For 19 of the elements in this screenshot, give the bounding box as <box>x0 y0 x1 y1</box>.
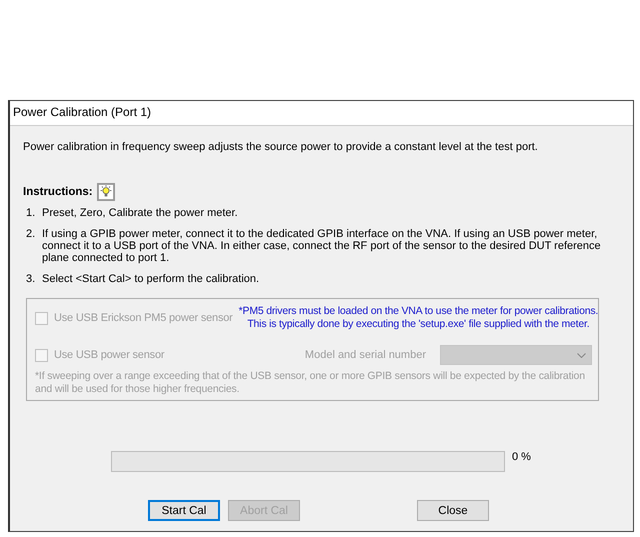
step-number: 3. <box>26 273 36 285</box>
step-text: Preset, Zero, Calibrate the power meter. <box>42 207 239 219</box>
step-text: Select <Start Cal> to perform the calibration. <box>42 273 260 285</box>
step-text: If using a GPIB power meter, connect it to the dedicated GPIB interface on the VNA. If using an USB power meter, connect it to a USB port of the VNA. In either case, connect the RF port of the sensor to the desired DUT reference plane connected to port 1. <box>42 228 602 264</box>
dialog-button[interactable]: Start Cal <box>148 500 220 521</box>
lightbulb-icon <box>96 183 115 201</box>
progress-reading: 0 % <box>512 451 531 463</box>
dialog-button[interactable]: Close <box>417 500 489 521</box>
step-number: 1. <box>26 207 36 219</box>
chevron-icon <box>577 352 586 358</box>
window-title: Power Calibration (Port 1) <box>10 101 633 126</box>
model-label: Model and serial number <box>304 349 426 361</box>
intro-text: Power calibration in frequency sweep adjusts the source power to provide a constant level at the test port. <box>23 141 539 153</box>
checkbox-label: Use USB Erickson PM5 power sensor <box>54 312 233 324</box>
sensor-footnote: *If sweeping over a range exceeding that of the USB sensor, one or more GPIB sensors will be expected by the calibration and will be used for those higher frequencies. <box>35 370 586 396</box>
driver-note: *PM5 drivers must be loaded on the VNA to use the meter for power calibrations. This is typically done by executing the 'setup.exe' file supplied with the meter. <box>238 305 598 331</box>
checkbox-label: Use USB power sensor <box>54 349 164 361</box>
step-number: 2. <box>26 228 36 242</box>
instructions-heading: Instructions: <box>23 186 93 198</box>
